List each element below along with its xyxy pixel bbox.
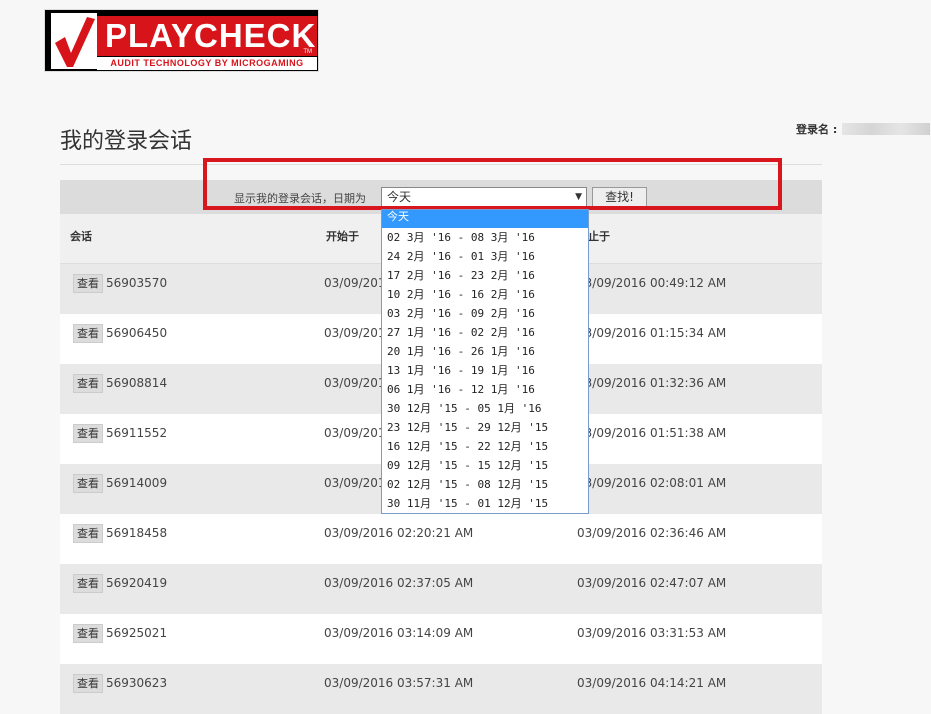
page-title: 我的登录会话 (60, 129, 193, 154)
table-row: 查看 56918458 03/09/2016 02:20:21 AM 03/09… (60, 514, 822, 564)
brand-name: PLAYCHECK (105, 17, 317, 54)
table-row: 查看 56920419 03/09/2016 02:37:05 AM 03/09… (60, 564, 822, 614)
checkmark-icon (51, 13, 97, 69)
view-button[interactable]: 查看 (73, 424, 103, 443)
date-option[interactable]: 20 1月 '16 - 26 1月 '16 (382, 342, 588, 361)
view-button[interactable]: 查看 (73, 574, 103, 593)
date-option[interactable]: 13 1月 '16 - 19 1月 '16 (382, 361, 588, 380)
session-end: 03/09/2016 01:15:34 AM (577, 326, 727, 340)
session-end: 03/09/2016 02:36:46 AM (577, 526, 727, 540)
session-start: 03/09/2016 02:20:21 AM (324, 526, 474, 540)
date-option[interactable]: 02 12月 '15 - 08 12月 '15 (382, 475, 588, 494)
session-id: 56930623 (106, 676, 168, 690)
date-option[interactable]: 02 3月 '16 - 08 3月 '16 (382, 228, 588, 247)
table-row: 查看 56930623 03/09/2016 03:57:31 AM 03/09… (60, 664, 822, 714)
column-header-start[interactable]: 开始于 (326, 228, 359, 244)
session-id: 56918458 (106, 526, 168, 540)
date-option[interactable]: 03 2月 '16 - 09 2月 '16 (382, 304, 588, 323)
session-id: 56925021 (106, 626, 168, 640)
session-end: 03/09/2016 04:14:21 AM (577, 676, 727, 690)
session-end: 03/09/2016 01:32:36 AM (577, 376, 727, 390)
date-option[interactable]: 30 12月 '15 - 05 1月 '16 (382, 399, 588, 418)
date-option[interactable]: 27 1月 '16 - 02 2月 '16 (382, 323, 588, 342)
view-button[interactable]: 查看 (73, 524, 103, 543)
session-end: 03/09/2016 02:08:01 AM (577, 476, 727, 490)
session-start: 03/09/2016 03:14:09 AM (324, 626, 474, 640)
playcheck-logo[interactable]: PLAYCHECK TM AUDIT TECHNOLOGY BY MICROGA… (44, 9, 319, 72)
date-option[interactable]: 06 1月 '16 - 12 1月 '16 (382, 380, 588, 399)
session-id: 56908814 (106, 376, 168, 390)
session-id: 56903570 (106, 276, 168, 290)
date-option[interactable]: 16 12月 '15 - 22 12月 '15 (382, 437, 588, 456)
view-button[interactable]: 查看 (73, 674, 103, 693)
session-id: 56920419 (106, 576, 168, 590)
column-header-session[interactable]: 会话 (70, 228, 92, 244)
highlight-annotation-box (203, 158, 782, 210)
view-button[interactable]: 查看 (73, 274, 103, 293)
date-option[interactable]: 09 12月 '15 - 15 12月 '15 (382, 456, 588, 475)
date-range-options-list: 今天 02 3月 '16 - 08 3月 '16 24 2月 '16 - 01 … (381, 209, 589, 514)
trademark: TM (303, 49, 312, 55)
session-end: 03/09/2016 01:51:38 AM (577, 426, 727, 440)
session-end: 03/09/2016 02:47:07 AM (577, 576, 727, 590)
session-end: 03/09/2016 03:31:53 AM (577, 626, 727, 640)
view-button[interactable]: 查看 (73, 324, 103, 343)
login-name-value-blurred (842, 123, 930, 135)
date-option[interactable]: 10 2月 '16 - 16 2月 '16 (382, 285, 588, 304)
date-option[interactable]: 30 11月 '15 - 01 12月 '15 (382, 494, 588, 513)
date-option[interactable]: 24 2月 '16 - 01 3月 '16 (382, 247, 588, 266)
view-button[interactable]: 查看 (73, 624, 103, 643)
session-start: 03/09/2016 03:57:31 AM (324, 676, 474, 690)
view-button[interactable]: 查看 (73, 474, 103, 493)
table-row: 查看 56925021 03/09/2016 03:14:09 AM 03/09… (60, 614, 822, 664)
date-option-today[interactable]: 今天 (382, 210, 588, 228)
login-name-label: 登录名 : (796, 123, 838, 136)
session-id: 56906450 (106, 326, 168, 340)
session-end: 03/09/2016 00:49:12 AM (577, 276, 727, 290)
date-option[interactable]: 23 12月 '15 - 29 12月 '15 (382, 418, 588, 437)
view-button[interactable]: 查看 (73, 374, 103, 393)
session-start: 03/09/2016 02:37:05 AM (324, 576, 474, 590)
session-id: 56914009 (106, 476, 168, 490)
date-option[interactable]: 17 2月 '16 - 23 2月 '16 (382, 266, 588, 285)
session-id: 56911552 (106, 426, 168, 440)
brand-tagline: AUDIT TECHNOLOGY BY MICROGAMING (110, 58, 304, 68)
